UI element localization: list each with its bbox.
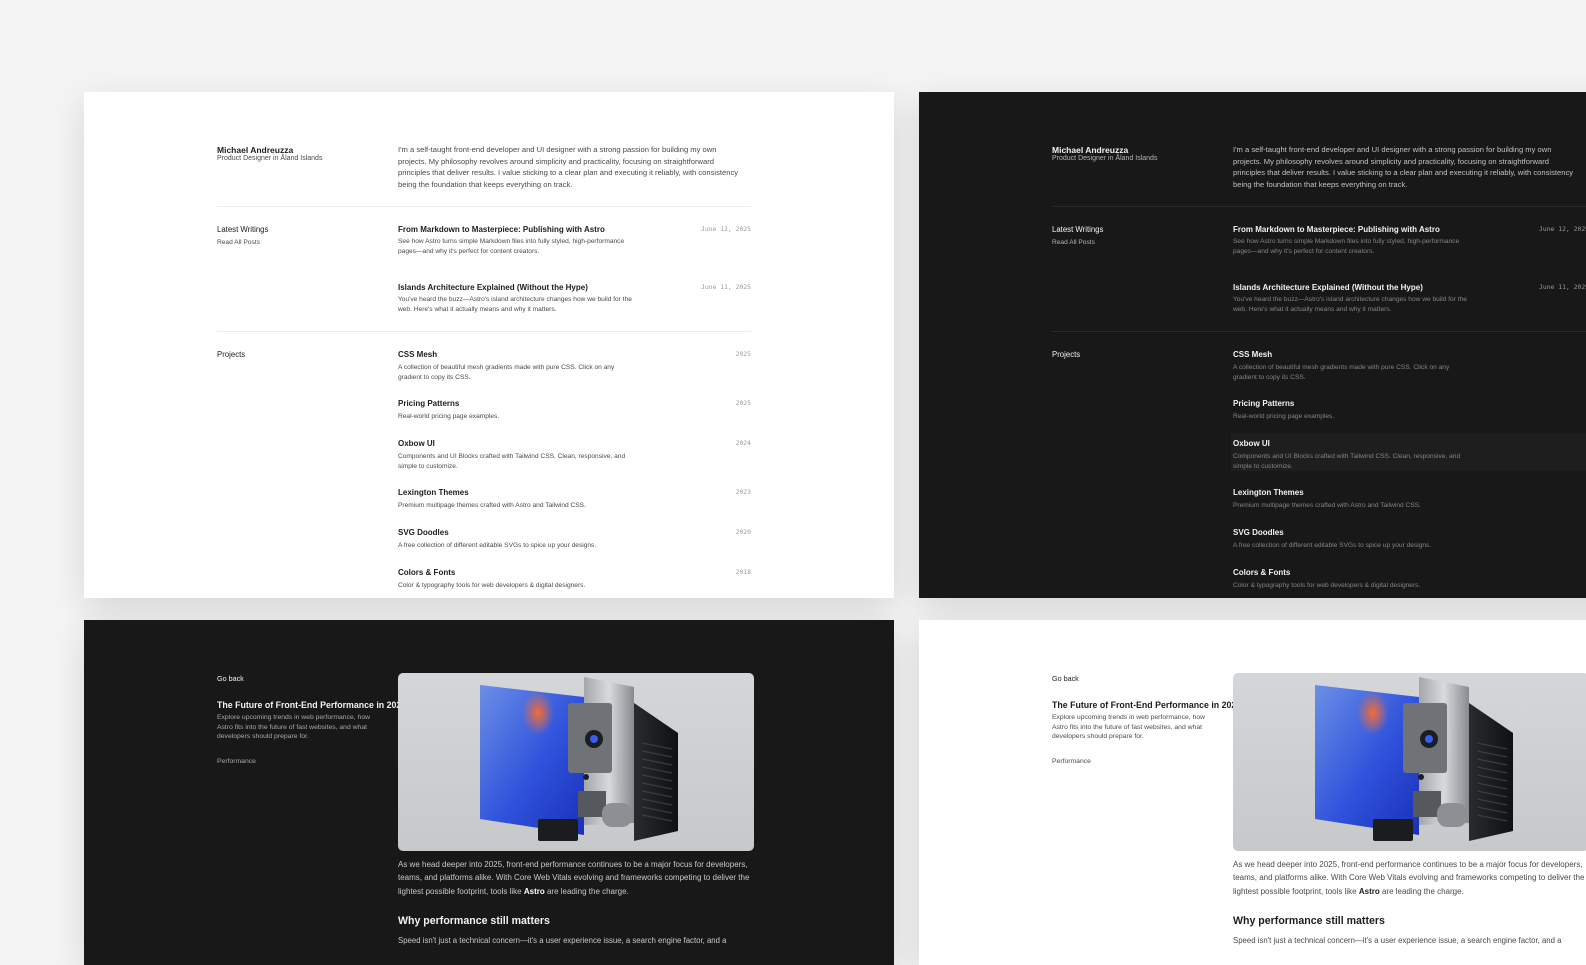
project-desc: Real-world pricing page examples. [398, 413, 500, 420]
project-desc: A free collection of different editable … [398, 542, 597, 549]
post-subheading: Why performance still matters [398, 915, 550, 927]
post-date: June 11, 2025 [1539, 283, 1586, 291]
intro-text: I'm a self-taught front-end developer an… [398, 145, 739, 189]
project-title[interactable]: Oxbow UI [1233, 439, 1270, 448]
project-year: 2025 [735, 350, 751, 358]
project-desc: A collection of beautiful mesh gradients… [398, 364, 615, 381]
project-title[interactable]: Colors & Fonts [1233, 568, 1290, 577]
author-name: Michael Andreuzza [1052, 145, 1129, 155]
project-desc: Real-world pricing page examples. [1233, 413, 1335, 420]
post-paragraph-2: Speed isn't just a technical concern—it'… [1233, 936, 1562, 945]
divider [217, 206, 751, 207]
author-role: Product Designer in Åland Islands [1052, 155, 1158, 162]
project-title[interactable]: Colors & Fonts [398, 568, 455, 577]
author-role: Product Designer in Åland Islands [217, 155, 323, 162]
project-title[interactable]: Lexington Themes [1233, 488, 1304, 497]
post-desc: See how Astro turns simple Markdown file… [398, 238, 625, 255]
project-title[interactable]: Lexington Themes [398, 488, 469, 497]
post-subheading: Why performance still matters [1233, 915, 1385, 927]
post-date: June 11, 2025 [700, 283, 751, 291]
homepage-dark-panel: Michael Andreuzza Product Designer in Ål… [919, 92, 1586, 598]
post-desc: You've heard the buzz—Astro's island arc… [398, 296, 632, 313]
post-tag[interactable]: Performance [217, 758, 256, 765]
author-name: Michael Andreuzza [217, 145, 294, 155]
intro-text: I'm a self-taught front-end developer an… [1233, 145, 1574, 189]
divider [1052, 331, 1586, 332]
post-title[interactable]: Islands Architecture Explained (Without … [1233, 283, 1423, 292]
project-desc: A collection of beautiful mesh gradients… [1233, 364, 1450, 381]
project-desc: Premium multipage themes crafted with As… [1233, 502, 1421, 509]
writings-heading: Latest Writings [1052, 225, 1104, 234]
project-year: 2024 [735, 439, 751, 447]
hardware-device-image [1233, 673, 1586, 851]
read-all-posts-link[interactable]: Read All Posts [1052, 239, 1095, 246]
post-title[interactable]: From Markdown to Masterpiece: Publishing… [398, 225, 605, 234]
project-desc: Color & typography tools for web develop… [398, 582, 586, 589]
writings-heading: Latest Writings [217, 225, 269, 234]
project-title[interactable]: CSS Mesh [398, 350, 437, 359]
post-dark-panel: Go back The Future of Front-End Performa… [84, 620, 894, 965]
post-title[interactable]: Islands Architecture Explained (Without … [398, 283, 588, 292]
post-paragraph: As we head deeper into 2025, front-end p… [1233, 860, 1585, 896]
project-year: 2018 [735, 568, 751, 576]
divider [217, 331, 751, 332]
go-back-link[interactable]: Go back [1052, 674, 1079, 683]
post-title[interactable]: From Markdown to Masterpiece: Publishing… [1233, 225, 1440, 234]
read-all-posts-link[interactable]: Read All Posts [217, 239, 260, 246]
project-year: 2023 [735, 488, 751, 496]
project-desc: Components and UI Blocks crafted with Ta… [1233, 453, 1461, 470]
post-paragraph: As we head deeper into 2025, front-end p… [398, 860, 750, 896]
project-title[interactable]: Pricing Patterns [398, 399, 459, 408]
post-summary: Explore upcoming trends in web performan… [1052, 714, 1206, 741]
post-title: The Future of Front-End Performance in 2… [217, 700, 407, 710]
project-desc: Premium multipage themes crafted with As… [398, 502, 586, 509]
project-title[interactable]: CSS Mesh [1233, 350, 1272, 359]
projects-heading: Projects [217, 350, 246, 359]
project-year: 2025 [735, 399, 751, 407]
project-desc: Color & typography tools for web develop… [1233, 582, 1421, 589]
project-title[interactable]: Pricing Patterns [1233, 399, 1294, 408]
project-title[interactable]: SVG Doodles [398, 528, 449, 537]
post-tag[interactable]: Performance [1052, 758, 1091, 765]
hardware-device-image [398, 673, 754, 851]
post-paragraph-2: Speed isn't just a technical concern—it'… [398, 936, 727, 945]
project-title[interactable]: SVG Doodles [1233, 528, 1284, 537]
divider [1052, 206, 1586, 207]
post-summary: Explore upcoming trends in web performan… [217, 714, 371, 741]
project-title[interactable]: Oxbow UI [398, 439, 435, 448]
post-desc: See how Astro turns simple Markdown file… [1233, 238, 1460, 255]
post-desc: You've heard the buzz—Astro's island arc… [1233, 296, 1467, 313]
projects-heading: Projects [1052, 350, 1081, 359]
post-title: The Future of Front-End Performance in 2… [1052, 700, 1242, 710]
project-desc: Components and UI Blocks crafted with Ta… [398, 453, 626, 470]
project-year: 2020 [735, 528, 751, 536]
post-light-panel: Go back The Future of Front-End Performa… [919, 620, 1586, 965]
homepage-light-panel: Michael Andreuzza Product Designer in Ål… [84, 92, 894, 598]
go-back-link[interactable]: Go back [217, 674, 244, 683]
post-date: June 12, 2025 [1539, 225, 1586, 233]
post-date: June 12, 2025 [700, 225, 751, 233]
project-desc: A free collection of different editable … [1233, 542, 1432, 549]
